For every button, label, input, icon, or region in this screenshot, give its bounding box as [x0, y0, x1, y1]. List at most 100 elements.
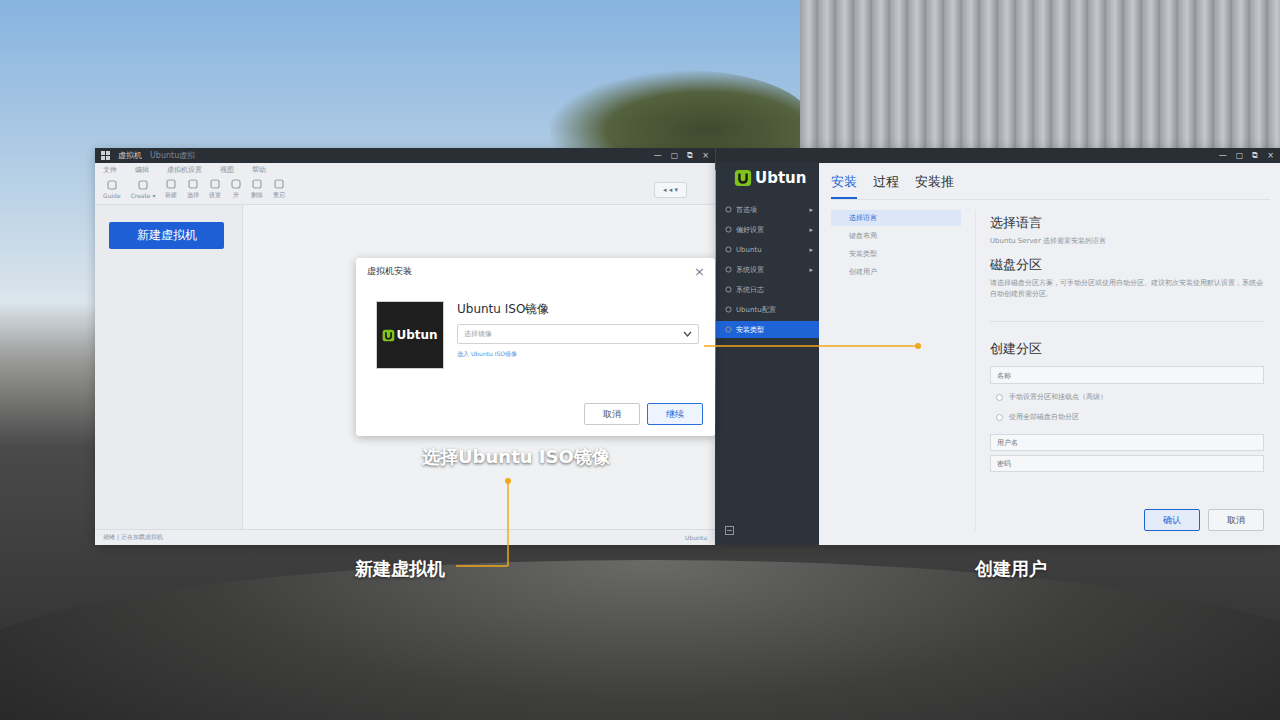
toolbar-button[interactable]: 删除: [251, 179, 263, 200]
tool-icon: [210, 179, 220, 189]
radio-label: 使用全部磁盘自动分区: [1009, 412, 1079, 422]
window-subtitle: Ubuntu虚拟: [150, 150, 195, 161]
iso-select[interactable]: 选择镜像: [457, 324, 699, 344]
window-control[interactable]: —: [1219, 151, 1227, 161]
confirm-button[interactable]: 确认: [1144, 509, 1200, 531]
sidebar-item[interactable]: Ubuntu配置: [716, 301, 819, 318]
iso-logo: Ubtun: [376, 301, 444, 369]
item-icon: [725, 246, 732, 253]
radio-button[interactable]: [996, 414, 1003, 421]
radio-option[interactable]: 手动设置分区和挂载点（高级）: [990, 388, 1264, 404]
browse-link[interactable]: 选入 Ubuntu ISO镜像: [457, 350, 699, 359]
sidebar-item[interactable]: 安装类型: [716, 321, 819, 338]
sidebar-item[interactable]: 系统设置▸: [716, 261, 819, 278]
toolbar-label: Create ▾: [131, 192, 156, 199]
toolbar-button[interactable]: 开: [231, 179, 241, 200]
text-field[interactable]: [990, 455, 1264, 472]
dialog-body: UbtunUbuntu ISO镜像选择镜像选入 Ubuntu ISO镜像: [356, 285, 715, 369]
text-field[interactable]: [990, 434, 1264, 451]
menu-bar: 文件 编辑 虚拟机设置 视图 帮助: [95, 163, 715, 177]
window-control[interactable]: ⧉: [687, 151, 693, 161]
installer-window: —▢⧉×Ubtun首选项▸偏好设置▸Ubuntu▸系统设置▸系统日志Ubuntu…: [716, 148, 1280, 545]
toolbar-label: 重启: [273, 191, 285, 200]
toolbar-button[interactable]: Create ▾: [131, 180, 156, 199]
toolbar-label: Guide: [103, 192, 121, 199]
radio-option[interactable]: 使用全部磁盘自动分区: [990, 408, 1264, 424]
sidebar-item[interactable]: 偏好设置▸: [716, 221, 819, 238]
toolbar-button[interactable]: 设置: [209, 179, 221, 200]
tab[interactable]: 安装推: [915, 171, 954, 199]
close-button[interactable]: ×: [694, 264, 705, 279]
sidebar-label: 安装类型: [736, 325, 809, 335]
sidebar-label: Ubuntu: [736, 246, 805, 254]
section-title: 创建分区: [990, 340, 1264, 358]
cancel-button[interactable]: 取消: [584, 403, 640, 425]
window-control[interactable]: ▢: [1236, 151, 1244, 161]
toolbar-label: 删除: [251, 191, 263, 200]
step-item[interactable]: 选择语言: [831, 210, 961, 226]
toolbar-label: 设置: [209, 191, 221, 200]
callout-label: 新建虚拟机: [355, 557, 445, 581]
toolbar-button[interactable]: 新建: [165, 179, 177, 200]
toolbar-button[interactable]: Guide: [103, 180, 121, 199]
cancel-button[interactable]: 取消: [1208, 509, 1264, 531]
toolbar: Guide Create ▾ 新建选择设置 开 删除 重启 ◂ ◂ ▾: [95, 177, 715, 205]
item-icon: [725, 326, 732, 333]
collapse-icon: [725, 526, 734, 535]
sidebar-label: Ubuntu配置: [736, 305, 809, 315]
window-controls: — ▢ ⧉ ×: [654, 151, 709, 161]
continue-button[interactable]: 继续: [647, 403, 703, 425]
status-text: 就绪 | 正在加载虚拟机: [103, 533, 163, 542]
radio-button[interactable]: [996, 394, 1003, 401]
menu-item[interactable]: 编辑: [135, 165, 149, 175]
sidebar-item[interactable]: 首选项▸: [716, 201, 819, 218]
new-vm-button[interactable]: 新建虚拟机: [109, 222, 224, 249]
tool-icon: [166, 179, 176, 189]
window-control[interactable]: —: [654, 151, 662, 161]
item-icon: [725, 226, 732, 233]
sidebar-item[interactable]: Ubuntu ▸: [716, 241, 819, 258]
iso-form: Ubuntu ISO镜像选择镜像选入 Ubuntu ISO镜像: [457, 301, 699, 369]
menu-item[interactable]: 帮助: [252, 165, 266, 175]
step-item[interactable]: 创建用户: [831, 264, 961, 280]
item-icon: [725, 306, 732, 313]
tool-icon: [252, 179, 262, 189]
expand-arrow: ▸: [809, 226, 813, 234]
toolbar-button[interactable]: 选择: [187, 179, 199, 200]
partition-input[interactable]: [990, 366, 1264, 384]
toolbar-button[interactable]: 重启: [273, 179, 285, 200]
dialog-buttons: 取消继续: [356, 403, 715, 436]
step-list: 选择语言键盘布局安装类型创建用户: [831, 210, 961, 531]
install-dialog: 虚拟机安装×UbtunUbuntu ISO镜像选择镜像选入 Ubuntu ISO…: [356, 258, 715, 436]
window-control[interactable]: ▢: [671, 151, 679, 161]
installer-content: 安装过程安装推选择语言键盘布局安装类型创建用户选择语言Ubuntu Server…: [819, 163, 1280, 545]
ubuntu-logo-icon: [382, 329, 395, 342]
tool-icon: [274, 179, 284, 189]
window-control[interactable]: ×: [702, 151, 709, 161]
menu-item[interactable]: 文件: [103, 165, 117, 175]
window-control[interactable]: ⧉: [1252, 151, 1258, 161]
window-control[interactable]: ×: [1267, 151, 1274, 161]
tab[interactable]: 安装: [831, 171, 857, 199]
title-bar: — ▢ ⧉ ×: [716, 148, 1280, 163]
sidebar-item[interactable]: 系统日志: [716, 281, 819, 298]
window-controls: — ▢ ⧉ ×: [1219, 151, 1274, 161]
status-bar: 就绪 | 正在加载虚拟机Ubuntu: [95, 529, 715, 545]
form-panel: 选择语言Ubuntu Server 选择需要安装的语言磁盘分区请选择磁盘分区方案…: [975, 210, 1270, 531]
section-text: Ubuntu Server 选择需要安装的语言: [990, 236, 1264, 246]
menu-item[interactable]: 虚拟机设置: [167, 165, 202, 175]
toolbar-label: 开: [233, 191, 239, 200]
step-item[interactable]: 键盘布局: [831, 228, 961, 244]
item-icon: [725, 206, 732, 213]
step-item[interactable]: 安装类型: [831, 246, 961, 262]
select-placeholder: 选择镜像: [464, 329, 683, 339]
tool-icon: [188, 179, 198, 189]
tab[interactable]: 过程: [873, 171, 899, 199]
menu-item[interactable]: 视图: [220, 165, 234, 175]
expand-arrow: ▸: [809, 246, 813, 254]
sidebar-label: 首选项: [736, 205, 805, 215]
form-buttons: 确认取消: [990, 509, 1264, 531]
view-select[interactable]: ◂ ◂ ▾: [654, 182, 687, 198]
installer-body: Ubtun首选项▸偏好设置▸Ubuntu▸系统设置▸系统日志Ubuntu配置安装…: [716, 163, 1280, 545]
iso-label: Ubuntu ISO镜像: [457, 301, 699, 318]
